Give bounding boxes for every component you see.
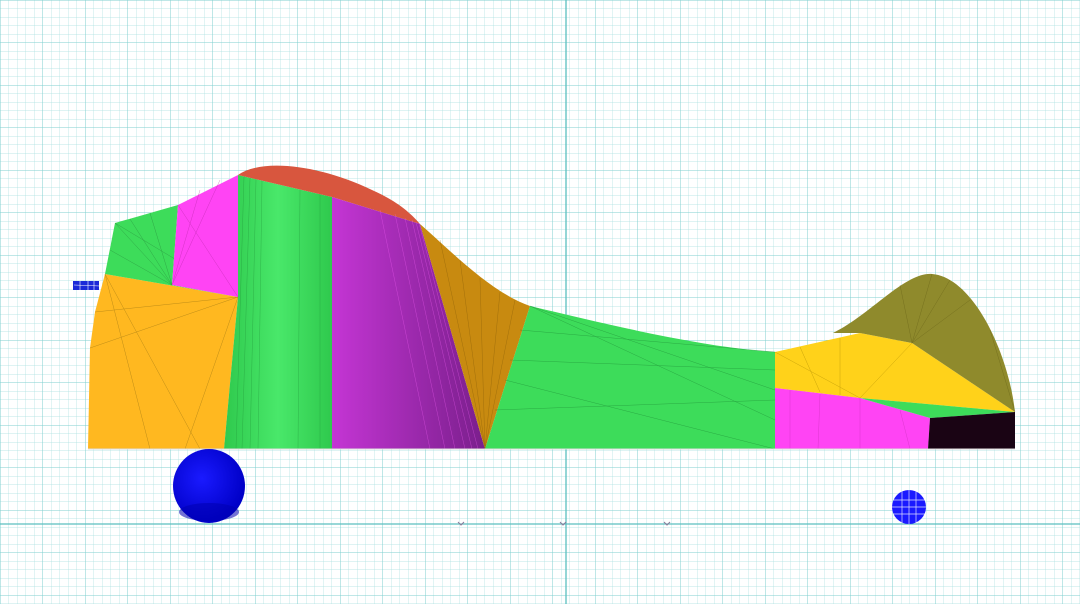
scene-canvas[interactable] <box>0 0 1080 604</box>
main-wheel-icon <box>173 449 245 523</box>
viewport-3d[interactable] <box>0 0 1080 604</box>
tail-cap <box>928 412 1015 449</box>
tail-wheel-icon <box>892 490 926 524</box>
